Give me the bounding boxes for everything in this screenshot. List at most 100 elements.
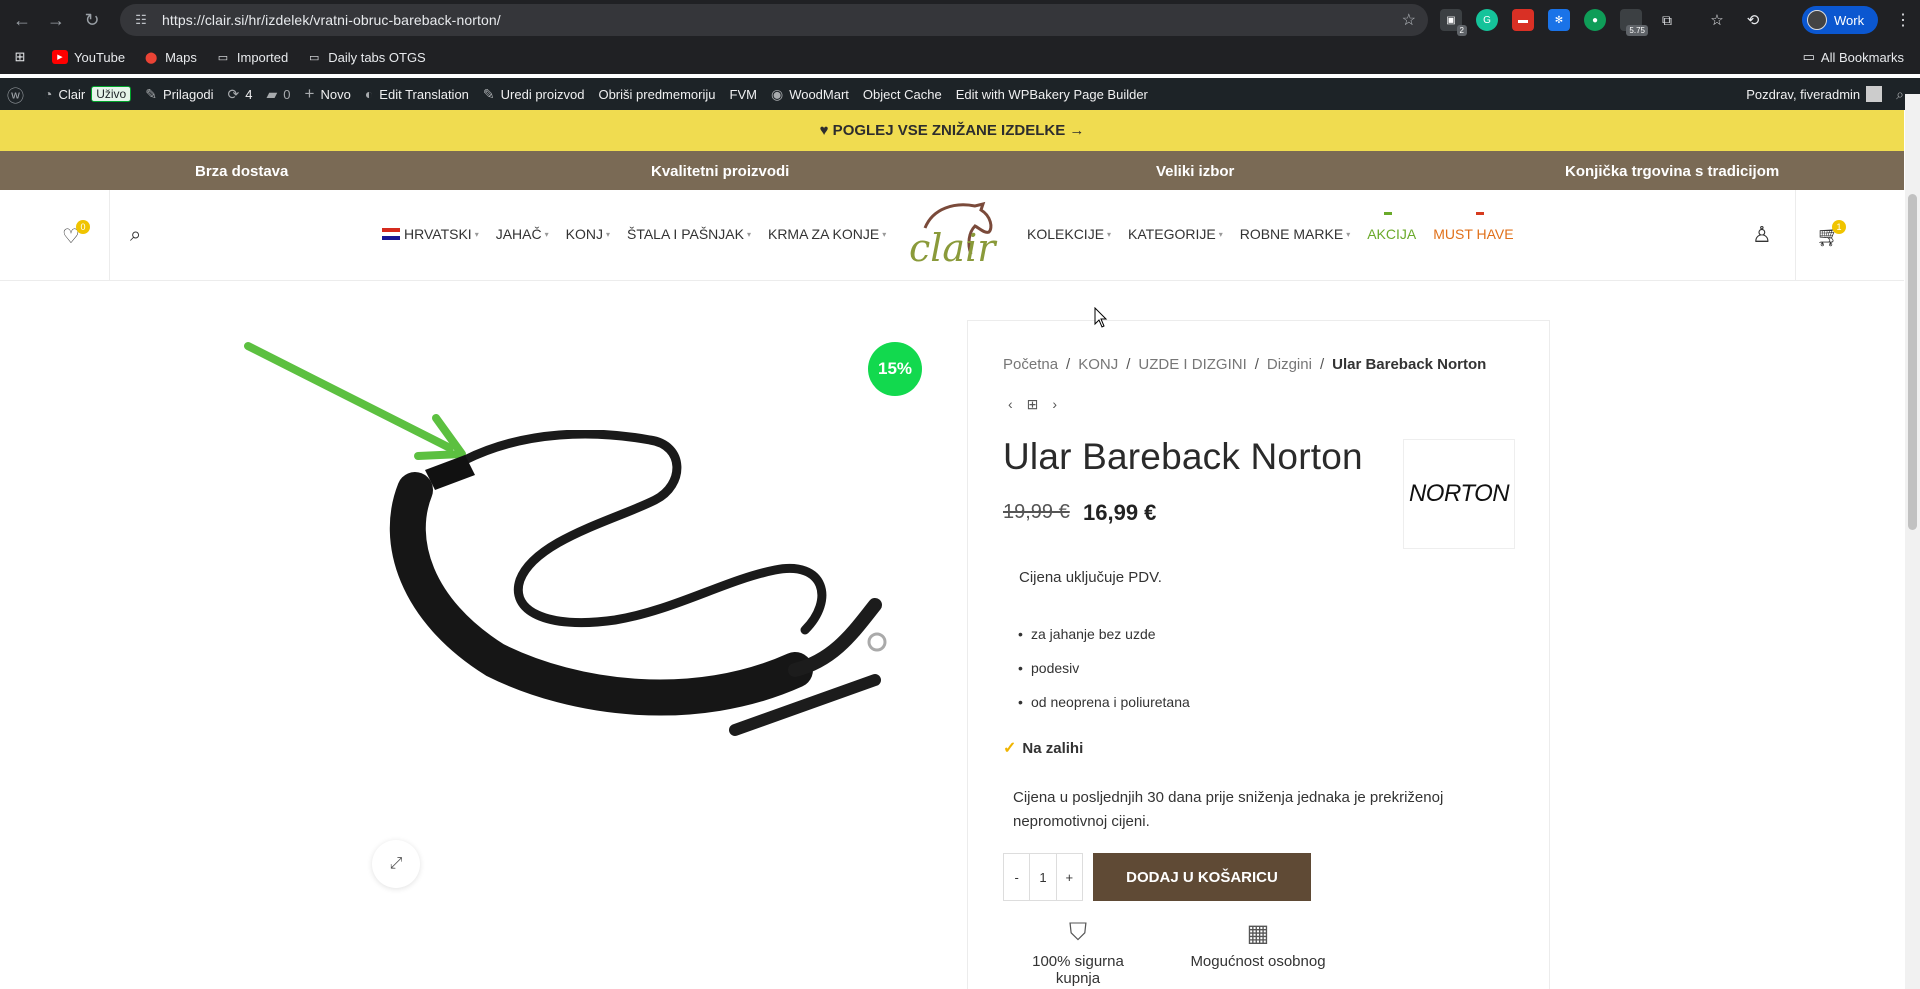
wp-woodmart[interactable]: ◉ WoodMart: [764, 78, 856, 110]
extensions-puzzle-icon[interactable]: ⧉: [1656, 9, 1678, 31]
add-to-cart-button[interactable]: DODAJ U KOŠARICU: [1093, 853, 1311, 901]
wp-object-cache[interactable]: Object Cache: [856, 78, 949, 110]
stock-text: Na zalihi: [1022, 739, 1084, 757]
breadcrumb-home[interactable]: Početna: [1003, 356, 1058, 373]
bookmark-folder-imported[interactable]: ▭ Imported: [215, 50, 289, 65]
bookmark-folder-daily-tabs[interactable]: ▭ Daily tabs OTGS: [306, 50, 426, 65]
url-text: https://clair.si/hr/izdelek/vratni-obruc…: [162, 12, 501, 28]
nav-kategorije[interactable]: KATEGORIJE ▾: [1128, 226, 1223, 242]
wp-fvm[interactable]: FVM: [723, 78, 764, 110]
breadcrumb-dizgini[interactable]: Dizgini: [1267, 356, 1312, 373]
benefit-item: Konjička trgovina s tradicijom: [1565, 163, 1780, 180]
wp-purge-cache[interactable]: Obriši predmemoriju: [591, 78, 722, 110]
extension-icon-blue[interactable]: ✻: [1548, 9, 1570, 31]
address-bar[interactable]: ☷ https://clair.si/hr/izdelek/vratni-obr…: [120, 4, 1428, 36]
wp-admin-bar: ⓦ ◔ Clair Uživo ✎ Prilagodi ⟳ 4 ▰ 0 + Novo ◐ Ed…: [0, 78, 1920, 110]
brand-logo[interactable]: NORTON: [1403, 439, 1515, 549]
qty-minus-button[interactable]: -: [1004, 854, 1029, 900]
nav-label: HRVATSKI: [404, 226, 472, 242]
chevron-down-icon: ▾: [1346, 229, 1351, 239]
wp-account-menu[interactable]: Pozdrav, fiveradmin: [1739, 78, 1889, 110]
back-icon[interactable]: ←: [6, 4, 38, 36]
wp-wpbakery[interactable]: Edit with WPBakery Page Builder: [949, 78, 1155, 110]
trust-label: 100% sigurna kupnja: [1032, 953, 1124, 987]
nav-label: KATEGORIJE: [1128, 226, 1216, 242]
cart-count-badge: 1: [1832, 220, 1846, 234]
site-info-icon[interactable]: ☷: [132, 11, 150, 29]
bookmark-youtube[interactable]: ▶ YouTube: [52, 50, 125, 65]
all-bookmarks-button[interactable]: ▭ All Bookmarks: [1803, 49, 1904, 65]
bullet: •: [1018, 660, 1023, 676]
wp-site-name: Clair: [58, 86, 86, 102]
wp-comments[interactable]: ▰ 0: [260, 78, 298, 110]
wp-fvm-label: FVM: [729, 86, 757, 102]
feature-text: za jahanje bez uzde: [1031, 626, 1156, 642]
nav-must-have[interactable]: MUST HAVE: [1433, 212, 1514, 242]
stock-status: ✓ Na zalihi: [1003, 738, 1083, 758]
product-image[interactable]: [355, 430, 955, 790]
browser-menu-icon[interactable]: ⋮: [1895, 10, 1911, 30]
extension-price: 5.75: [1626, 25, 1648, 36]
nav-language[interactable]: HRVATSKI ▾: [382, 226, 479, 242]
extension-icon-1[interactable]: ▣ 2: [1440, 9, 1467, 36]
main-nav-right: KOLEKCIJE ▾ KATEGORIJE ▾ ROBNE MARKE ▾ AKCI…: [1027, 212, 1531, 242]
expand-zoom-icon[interactable]: ⤢: [372, 840, 420, 888]
nav-akcija[interactable]: AKCIJA: [1367, 212, 1417, 242]
header-divider: [109, 190, 110, 281]
nav-label: AKCIJA: [1367, 226, 1417, 242]
nav-krma[interactable]: KRMA ZA KONJE ▾: [768, 226, 886, 242]
breadcrumb-konj[interactable]: KONJ: [1078, 356, 1118, 373]
forward-icon[interactable]: →: [40, 4, 72, 36]
favorites-star-icon[interactable]: ☆: [1706, 9, 1728, 31]
croatia-flag-icon: [382, 228, 400, 240]
wp-translate-label: Edit Translation: [379, 86, 469, 102]
extension-icon-green[interactable]: ●: [1584, 9, 1606, 31]
bookmark-label: Maps: [165, 49, 197, 65]
feature-text: podesiv: [1031, 660, 1080, 676]
apps-grid-icon[interactable]: ⊞: [12, 49, 34, 64]
chevron-right-icon[interactable]: ›: [1052, 396, 1057, 413]
grammarly-icon[interactable]: G: [1476, 9, 1498, 31]
extension-icon-price[interactable]: 5.75: [1620, 9, 1648, 36]
nav-jahac[interactable]: JAHAČ ▾: [496, 226, 549, 242]
promo-banner[interactable]: ♥ POGLEJ VSE ZNIŽANE IZDELKE →: [0, 110, 1904, 151]
profile-button[interactable]: Work: [1802, 6, 1878, 34]
chevron-down-icon: ▾: [746, 229, 751, 239]
bookmark-star-icon[interactable]: ☆: [1402, 10, 1416, 30]
chevron-down-icon: ▾: [882, 229, 887, 239]
dashboard-icon: ◔: [44, 86, 53, 102]
bookmark-maps[interactable]: ⬤ Maps: [143, 50, 197, 65]
nav-label: ŠTALA I PAŠNJAK: [626, 226, 744, 242]
wp-updates[interactable]: ⟳ 4: [221, 78, 260, 110]
wp-logo-icon[interactable]: ⓦ: [0, 78, 37, 110]
wp-edit-product[interactable]: ✎ Uredi proizvod: [476, 78, 592, 110]
site-logo[interactable]: clair: [905, 198, 997, 274]
search-icon[interactable]: ⌕: [130, 224, 141, 247]
account-user-icon[interactable]: ♙: [1752, 222, 1772, 248]
grid-icon[interactable]: ⊞: [1027, 396, 1039, 413]
nav-robne-marke[interactable]: ROBNE MARKE ▾: [1240, 226, 1350, 242]
nav-stala[interactable]: ŠTALA I PAŠNJAK ▾: [627, 226, 751, 242]
wp-new-label: Novo: [320, 86, 351, 102]
wp-customize[interactable]: ✎ Prilagodi: [138, 78, 220, 110]
extension-icon-red[interactable]: ▬: [1512, 9, 1534, 31]
chevron-left-icon[interactable]: ‹: [1008, 396, 1013, 413]
wp-new-content[interactable]: + Novo: [298, 78, 358, 110]
scrollbar-thumb[interactable]: [1908, 194, 1917, 530]
benefit-item: Kvalitetni proizvodi: [651, 163, 790, 180]
page-scrollbar[interactable]: [1905, 94, 1920, 989]
nav-kolekcije[interactable]: KOLEKCIJE ▾: [1027, 226, 1111, 242]
reload-icon[interactable]: ↻: [76, 4, 108, 36]
wp-site-menu[interactable]: ◔ Clair Uživo: [37, 78, 138, 110]
history-icon[interactable]: ⟲: [1742, 9, 1764, 31]
nav-konj[interactable]: KONJ ▾: [566, 226, 610, 242]
breadcrumb-uzde[interactable]: UZDE I DIZGINI: [1138, 356, 1246, 373]
product-navigation: ‹ ⊞ ›: [1008, 396, 1057, 413]
feature-text: od neoprena i poliuretana: [1031, 694, 1190, 710]
qty-plus-button[interactable]: +: [1057, 854, 1082, 900]
checkmark-icon: ✓: [1003, 740, 1017, 757]
wp-edit-translation[interactable]: ◐ Edit Translation: [358, 78, 476, 110]
breadcrumb-separator: /: [1254, 356, 1259, 373]
qty-input[interactable]: 1: [1029, 854, 1057, 900]
breadcrumb-separator: /: [1066, 356, 1071, 373]
